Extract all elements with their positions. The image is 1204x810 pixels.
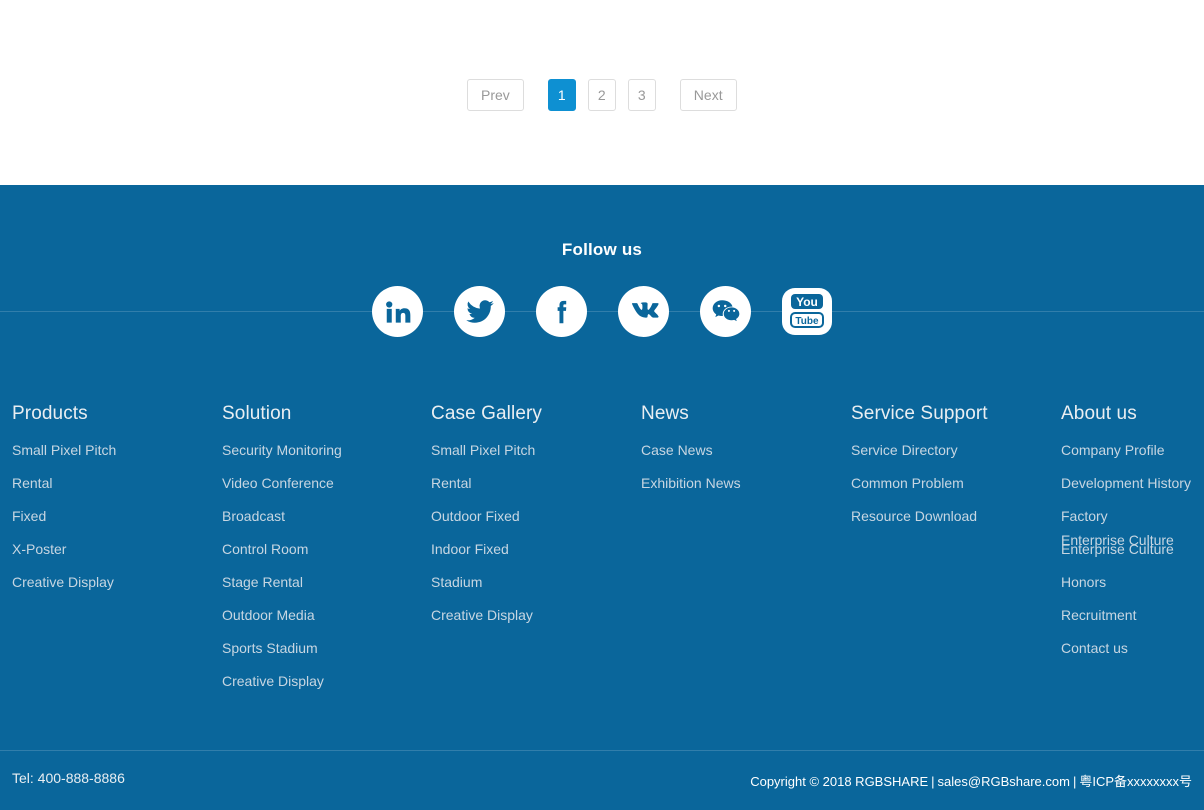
footer-link[interactable]: Recruitment — [1061, 607, 1191, 623]
column-heading: Products — [12, 403, 88, 424]
contact-email[interactable]: sales@RGBshare.com — [938, 774, 1070, 789]
footer-link[interactable]: Outdoor Media — [222, 607, 342, 623]
footer-link[interactable]: Indoor Fixed — [431, 541, 542, 557]
footer-link[interactable]: Contact us — [1061, 640, 1191, 656]
icp-license: 粤ICP备xxxxxxxx号 — [1079, 774, 1192, 789]
footer-column-service-support: Service Support Service Directory Common… — [851, 403, 988, 541]
footer-link[interactable]: Common Problem — [851, 475, 988, 491]
footer-link[interactable]: Company Profile — [1061, 442, 1191, 458]
footer-link-overlapping[interactable]: Enterprise Culture — [1061, 532, 1174, 548]
footer-column-news: News Case News Exhibition News — [641, 403, 741, 508]
footer-link[interactable]: Small Pixel Pitch — [431, 442, 542, 458]
footer-link[interactable]: Fixed — [12, 508, 116, 524]
copyright-text: Copyright © 2018 RGBSHARE — [750, 774, 929, 789]
column-heading: About us — [1061, 403, 1137, 424]
content-area: Prev 1 2 3 Next — [0, 0, 1204, 185]
footer-column-about-us: About us Company Profile Development His… — [1061, 403, 1191, 673]
facebook-icon[interactable] — [536, 286, 587, 337]
footer-link[interactable]: Broadcast — [222, 508, 342, 524]
column-heading: Case Gallery — [431, 403, 543, 424]
linkedin-icon[interactable] — [372, 286, 423, 337]
copyright-bar: Copyright © 2018 RGBSHARE | sales@RGBshare… — [750, 771, 1192, 790]
footer-link[interactable]: Stadium — [431, 574, 542, 590]
footer-link[interactable]: Control Room — [222, 541, 342, 557]
footer-link[interactable]: Resource Download — [851, 508, 988, 524]
footer-link[interactable]: Stage Rental — [222, 574, 342, 590]
column-heading: News — [641, 403, 689, 424]
footer-link[interactable]: Rental — [431, 475, 542, 491]
pagination: Prev 1 2 3 Next — [467, 79, 737, 111]
bottom-divider — [0, 750, 1204, 751]
footer-link[interactable]: Creative Display — [431, 607, 542, 623]
footer-link[interactable]: Service Directory — [851, 442, 988, 458]
twitter-icon[interactable] — [454, 286, 505, 337]
footer-link[interactable]: Small Pixel Pitch — [12, 442, 116, 458]
wechat-icon[interactable] — [700, 286, 751, 337]
site-footer: Follow us You Tube Products Small Pixel … — [0, 185, 1204, 810]
contact-phone: Tel: 400-888-8886 — [12, 770, 125, 786]
pagination-page-1[interactable]: 1 — [547, 79, 576, 111]
footer-link-columns: Products Small Pixel Pitch Rental Fixed … — [0, 403, 1204, 743]
footer-column-products: Products Small Pixel Pitch Rental Fixed … — [12, 403, 116, 607]
follow-us-heading: Follow us — [561, 240, 643, 259]
footer-link[interactable]: Development History — [1061, 475, 1191, 491]
copyright-separator-1: | — [931, 774, 935, 789]
svg-text:Tube: Tube — [795, 316, 819, 327]
footer-link[interactable]: Sports Stadium — [222, 640, 342, 656]
footer-link[interactable]: Case News — [641, 442, 741, 458]
pagination-prev-button[interactable]: Prev — [467, 79, 524, 111]
pagination-next-button[interactable]: Next — [679, 79, 737, 111]
social-links: You Tube — [0, 286, 1204, 337]
footer-link[interactable]: Creative Display — [12, 574, 116, 590]
footer-link[interactable]: Security Monitoring — [222, 442, 342, 458]
footer-link[interactable]: Honors — [1061, 574, 1191, 590]
copyright-separator-2: | — [1072, 774, 1077, 789]
footer-link[interactable]: Outdoor Fixed — [431, 508, 542, 524]
footer-column-case-gallery: Case Gallery Small Pixel Pitch Rental Ou… — [431, 403, 542, 640]
footer-link[interactable]: X-Poster — [12, 541, 116, 557]
youtube-icon[interactable]: You Tube — [782, 286, 832, 337]
column-heading: Service Support — [851, 403, 988, 424]
svg-text:You: You — [796, 295, 818, 309]
footer-link[interactable]: Rental — [12, 475, 116, 491]
pagination-page-2[interactable]: 2 — [587, 79, 616, 111]
footer-link[interactable]: Video Conference — [222, 475, 342, 491]
vk-icon[interactable] — [618, 286, 669, 337]
footer-link[interactable]: Factory — [1061, 508, 1191, 524]
footer-link[interactable]: Exhibition News — [641, 475, 741, 491]
column-heading: Solution — [222, 403, 292, 424]
footer-column-solution: Solution Security Monitoring Video Confe… — [222, 403, 342, 706]
footer-link[interactable]: Creative Display — [222, 673, 342, 689]
pagination-page-3[interactable]: 3 — [627, 79, 656, 111]
